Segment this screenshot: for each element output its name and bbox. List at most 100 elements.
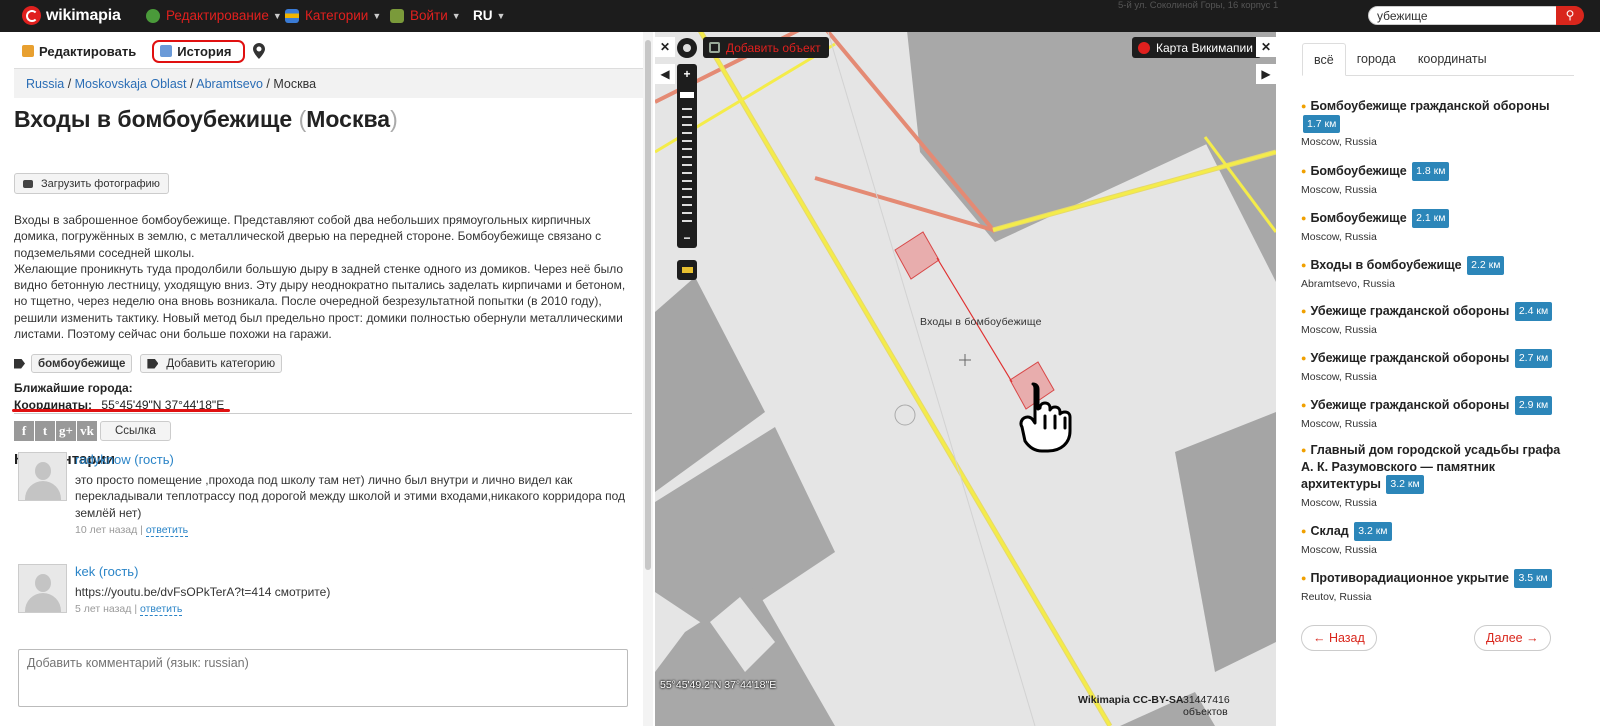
edit-tab[interactable]: Редактировать — [14, 41, 144, 62]
result-title[interactable]: ● Входы в бомбоубежище 2.2 км — [1301, 256, 1561, 275]
bullet-icon: ● — [1301, 445, 1307, 456]
collapse-left-button[interactable]: ◀ — [655, 64, 675, 84]
search-result-item[interactable]: ● Входы в бомбоубежище 2.2 км Abramtsevo, … — [1301, 256, 1561, 290]
result-title[interactable]: ● Бомбоубежище 2.1 км — [1301, 209, 1561, 228]
search-input[interactable] — [1368, 6, 1582, 25]
comment-author[interactable]: kek (гость) — [75, 564, 138, 579]
search-result-item[interactable]: ● Бомбоубежище гражданской обороны 1.7 км… — [1301, 98, 1561, 148]
menu-categories-label: Категории — [305, 8, 369, 23]
distance-badge: 1.7 км — [1303, 114, 1341, 134]
map-canvas[interactable] — [655, 32, 1276, 726]
search-result-item[interactable]: ● Убежище гражданской обороны 2.4 км Mosco… — [1301, 302, 1561, 336]
result-title[interactable]: ● Убежище гражданской обороны 2.7 км — [1301, 349, 1561, 368]
menu-edit-label: Редактирование — [166, 8, 269, 23]
breadcrumb-region[interactable]: Moskovskaja Oblast — [75, 77, 187, 91]
chevron-left-icon: ◀ — [660, 67, 670, 81]
comment-text: это просто помещение ,прохода под школу … — [75, 473, 626, 520]
zoom-thumb[interactable] — [680, 92, 694, 98]
search-result-item[interactable]: ● Главный дом городской усадьбы графа А. … — [1301, 442, 1561, 509]
search-results-panel: всё города координаты ● Бомбоубежище граж… — [1276, 32, 1600, 726]
add-house-icon — [709, 42, 720, 53]
distance-badge: 2.9 км — [1514, 396, 1553, 415]
search-result-item[interactable]: ● Убежище гражданской обороны 2.9 км Mosco… — [1301, 396, 1561, 430]
place-city[interactable]: Москва — [306, 106, 390, 132]
map-pin-icon[interactable] — [253, 43, 266, 59]
share-bar: f t g+ vk Ссылка — [14, 421, 171, 441]
result-title-text: Входы в бомбоубежище — [1310, 258, 1462, 272]
reply-link[interactable]: ответить — [145, 524, 189, 537]
language-label: RU — [473, 8, 493, 23]
result-title[interactable]: ● Главный дом городской усадьбы графа А. … — [1301, 442, 1561, 494]
breadcrumb-abramtsevo[interactable]: Abramtsevo — [196, 77, 263, 91]
breadcrumb-current: Москва — [273, 77, 317, 91]
bullet-icon: ● — [1301, 166, 1307, 177]
bullet-icon: ● — [1301, 526, 1307, 537]
left-panel-scrollbar[interactable] — [643, 32, 653, 726]
reply-link[interactable]: ответить — [139, 603, 183, 616]
result-title[interactable]: ● Бомбоубежище гражданской обороны 1.7 км — [1301, 98, 1561, 134]
result-title[interactable]: ● Убежище гражданской обороны 2.4 км — [1301, 302, 1561, 321]
comment-meta: 5 лет назад | ответить — [75, 603, 183, 616]
close-right-panel-button[interactable]: ✕ — [1256, 37, 1276, 57]
result-title-text: Бомбоубежище — [1310, 211, 1407, 225]
result-title[interactable]: ● Противорадиационное укрытие 3.5 км — [1301, 569, 1561, 588]
result-title-text: Склад — [1310, 524, 1349, 538]
tab-coordinates[interactable]: координаты — [1407, 43, 1498, 76]
search-result-item[interactable]: ● Противорадиационное укрытие 3.5 км Reuto… — [1301, 569, 1561, 603]
zoom-slider[interactable]: + − — [677, 64, 697, 248]
search-result-item[interactable]: ● Склад 3.2 км Moscow, Russia — [1301, 522, 1561, 556]
menu-login[interactable]: Войти ▼ — [390, 8, 461, 23]
comment-author[interactable]: radyknow (гость) — [75, 452, 174, 467]
map-address-hint: 5-й ул. Соколиной Горы, 16 корпус 1 — [1118, 0, 1279, 11]
result-title[interactable]: ● Бомбоубежище 1.8 км — [1301, 162, 1561, 181]
result-title[interactable]: ● Убежище гражданской обороны 2.9 км — [1301, 396, 1561, 415]
add-comment-field[interactable] — [18, 649, 628, 707]
vk-icon[interactable]: vk — [77, 421, 97, 441]
search-result-item[interactable]: ● Бомбоубежище 1.8 км Moscow, Russia — [1301, 162, 1561, 196]
add-category-button[interactable]: Добавить категорию — [140, 354, 283, 373]
map-object-label[interactable]: Входы в бомбоубежище — [920, 316, 1042, 328]
menu-edit[interactable]: Редактирование ▼ — [146, 8, 282, 23]
tag-icon — [147, 358, 159, 369]
map-credit[interactable]: Wikimapia CC-BY-SA — [1078, 694, 1184, 706]
next-page-button[interactable]: Далее → — [1474, 625, 1551, 651]
result-location: Abramtsevo, Russia — [1301, 277, 1395, 290]
distance-badge: 2.7 км — [1514, 349, 1553, 368]
nearest-cities-label: Ближайшие города: — [14, 381, 133, 395]
chevron-down-icon: ▼ — [272, 10, 282, 21]
tab-all[interactable]: всё — [1302, 43, 1346, 76]
result-title-text: Убежище гражданской обороны — [1310, 351, 1510, 365]
upload-photo-button[interactable]: Загрузить фотографию — [14, 173, 169, 194]
wikimapia-logo[interactable]: wikimapia — [22, 6, 121, 25]
tab-cities[interactable]: города — [1346, 43, 1407, 76]
menu-categories[interactable]: Категории ▼ — [285, 8, 381, 23]
wikimapia-map-button[interactable]: Карта Викимапии — [1132, 37, 1261, 58]
target-icon — [683, 44, 691, 52]
locate-button[interactable] — [677, 38, 697, 58]
language-selector[interactable]: RU ▼ — [473, 8, 505, 23]
add-object-button[interactable]: Добавить объект — [703, 37, 829, 58]
close-left-panel-button[interactable]: ✕ — [655, 37, 675, 57]
search-button[interactable]: ⚲ — [1556, 6, 1584, 25]
zoom-in-icon[interactable]: + — [677, 64, 697, 84]
scrollbar-thumb[interactable] — [645, 40, 651, 570]
google-plus-icon[interactable]: g+ — [56, 421, 76, 441]
twitter-icon[interactable]: t — [35, 421, 55, 441]
result-title[interactable]: ● Склад 3.2 км — [1301, 522, 1561, 541]
map-view[interactable]: Добавить объект Карта Викимапии ✕ ✕ ◀ ▶ … — [655, 32, 1276, 726]
history-tab[interactable]: История — [152, 39, 246, 63]
result-title-text: Противорадиационное укрытие — [1310, 571, 1509, 585]
search-result-item[interactable]: ● Бомбоубежище 2.1 км Moscow, Russia — [1301, 209, 1561, 243]
search-result-item[interactable]: ● Убежище гражданской обороны 2.7 км Mosco… — [1301, 349, 1561, 383]
collapse-right-button[interactable]: ▶ — [1256, 64, 1276, 84]
zoom-out-icon[interactable]: − — [677, 228, 697, 248]
history-icon — [160, 45, 173, 57]
brand-name: wikimapia — [46, 6, 121, 24]
prev-page-button[interactable]: ← Назад — [1301, 625, 1377, 651]
category-chip[interactable]: бомбоубежище — [31, 354, 133, 373]
share-link-button[interactable]: Ссылка — [100, 421, 171, 441]
facebook-icon[interactable]: f — [14, 421, 34, 441]
ruler-button[interactable] — [677, 260, 697, 280]
breadcrumb-russia[interactable]: Russia — [26, 77, 64, 91]
history-tab-label: История — [177, 43, 232, 59]
